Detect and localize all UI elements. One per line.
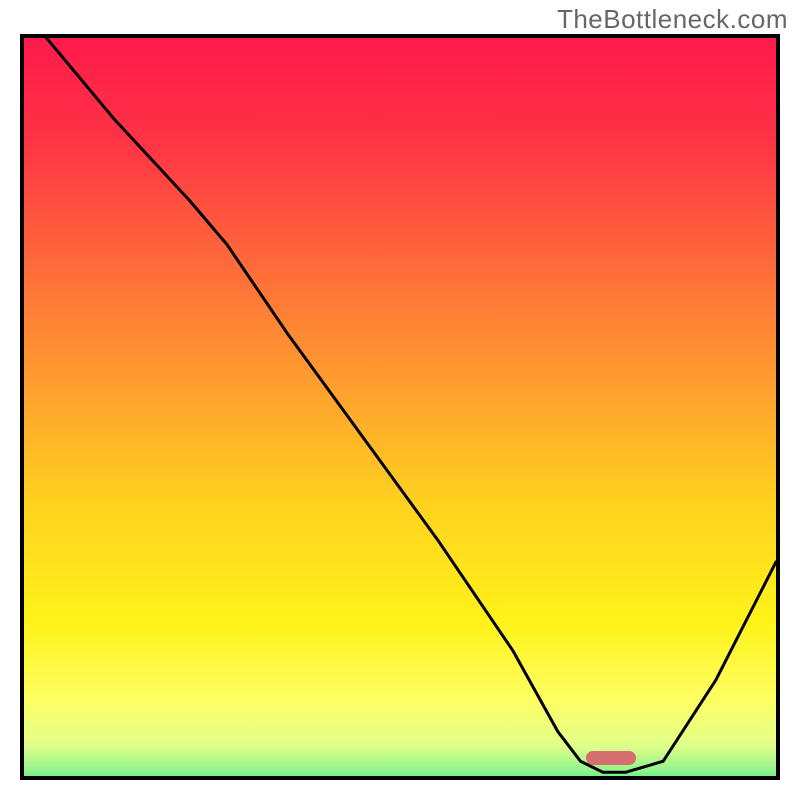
- plot-frame: [20, 34, 780, 780]
- watermark-text: TheBottleneck.com: [557, 4, 788, 35]
- optimum-marker: [586, 751, 636, 765]
- chart-stage: TheBottleneck.com: [0, 0, 800, 800]
- bottleneck-curve: [24, 38, 776, 776]
